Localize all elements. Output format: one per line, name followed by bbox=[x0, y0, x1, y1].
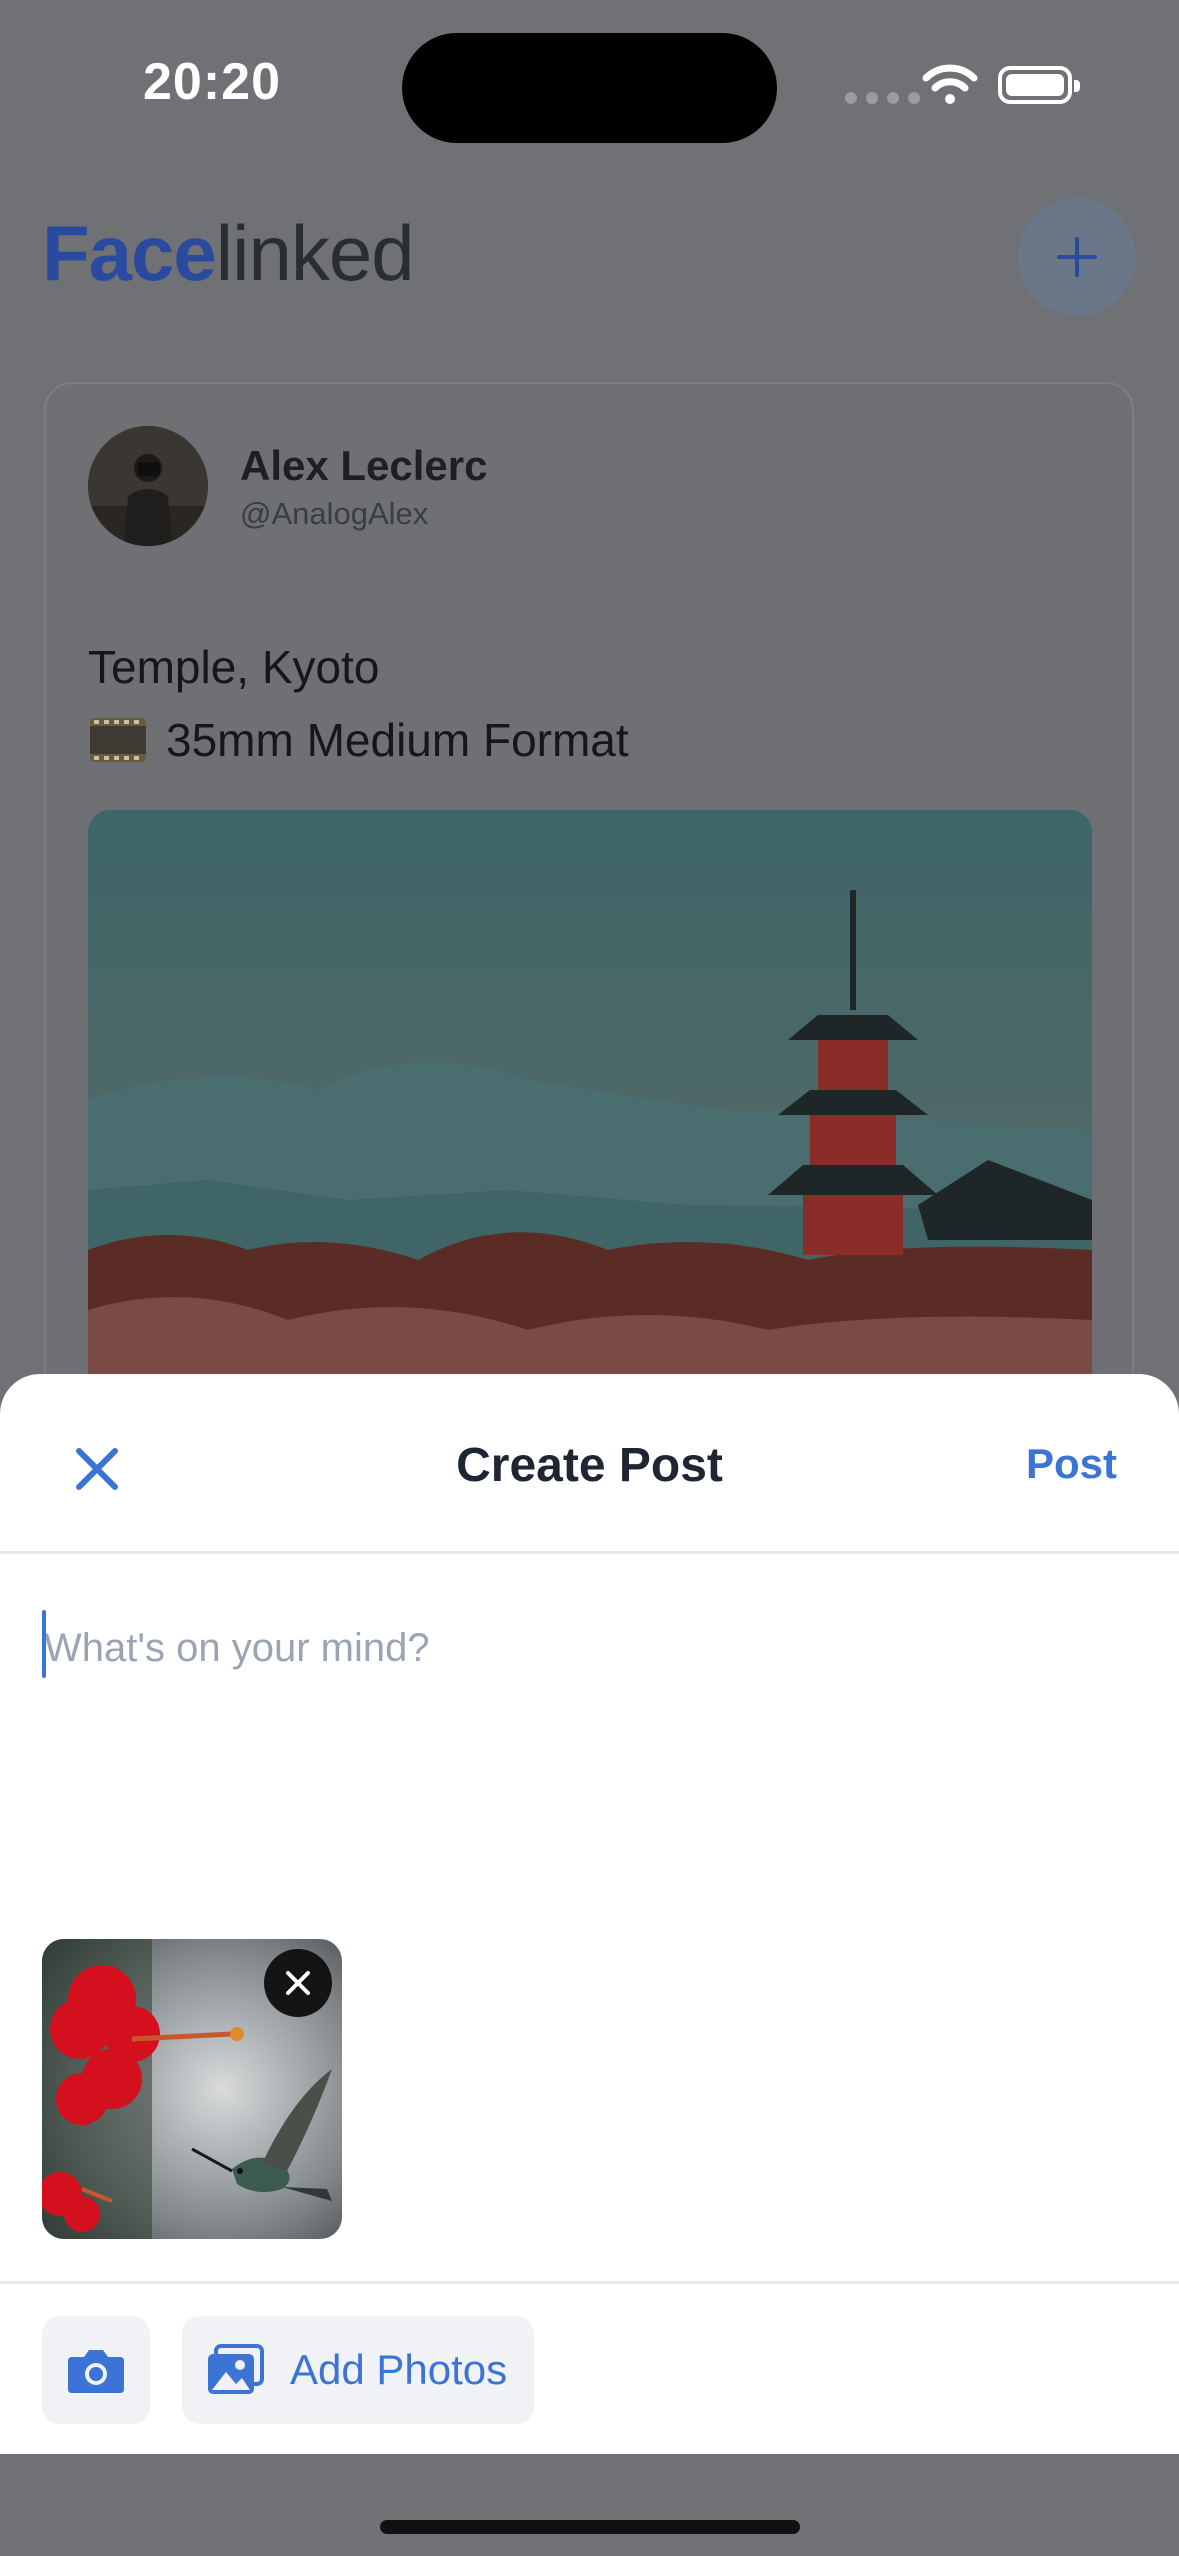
author-name[interactable]: Alex Leclerc bbox=[240, 442, 488, 490]
composer-toolbar: Add Photos bbox=[0, 2281, 1179, 2457]
text-caret bbox=[42, 1610, 46, 1678]
create-post-sheet: Create Post Post What's on your mind? Ad… bbox=[0, 1374, 1179, 2454]
logo-bold-text: Face bbox=[42, 209, 217, 297]
home-indicator[interactable] bbox=[380, 2520, 800, 2534]
remove-icon bbox=[286, 1971, 310, 1995]
film-icon bbox=[90, 718, 146, 762]
post-photo[interactable] bbox=[88, 810, 1092, 1410]
new-post-button[interactable] bbox=[1018, 198, 1136, 316]
home-indicator-area bbox=[0, 2454, 1179, 2556]
remove-photo-button[interactable] bbox=[264, 1949, 332, 2017]
add-photos-button[interactable]: Add Photos bbox=[182, 2316, 534, 2424]
add-photos-label: Add Photos bbox=[290, 2346, 508, 2393]
photo-icon bbox=[208, 2344, 264, 2394]
post-format: 35mm Medium Format bbox=[88, 712, 629, 768]
plus-icon bbox=[1057, 237, 1097, 277]
sheet-title: Create Post bbox=[456, 1439, 723, 1492]
post-button[interactable]: Post bbox=[1026, 1440, 1117, 1488]
dynamic-island bbox=[402, 33, 777, 143]
post-composer[interactable] bbox=[42, 1608, 1139, 1688]
battery-icon bbox=[998, 66, 1080, 104]
status-bar: 20:20 bbox=[0, 0, 1179, 180]
app-header: Facelinked bbox=[0, 190, 1179, 330]
attached-photo[interactable] bbox=[42, 1939, 342, 2239]
post-card[interactable]: Alex Leclerc @AnalogAlex Temple, Kyoto 3… bbox=[44, 382, 1134, 1482]
post-text-input[interactable] bbox=[42, 1608, 1139, 1688]
post-format-text: 35mm Medium Format bbox=[166, 714, 629, 766]
camera-icon bbox=[68, 2350, 124, 2393]
avatar[interactable] bbox=[88, 426, 208, 546]
cellular-signal-icon bbox=[845, 92, 920, 104]
post-title: Temple, Kyoto bbox=[88, 641, 380, 693]
app-logo: Facelinked bbox=[42, 214, 415, 292]
sheet-header: Create Post Post bbox=[0, 1374, 1179, 1554]
status-time: 20:20 bbox=[143, 53, 281, 111]
logo-light-text: linked bbox=[215, 209, 415, 297]
author-handle: @AnalogAlex bbox=[240, 496, 429, 531]
camera-button[interactable] bbox=[42, 2316, 150, 2424]
wifi-icon bbox=[922, 64, 978, 104]
